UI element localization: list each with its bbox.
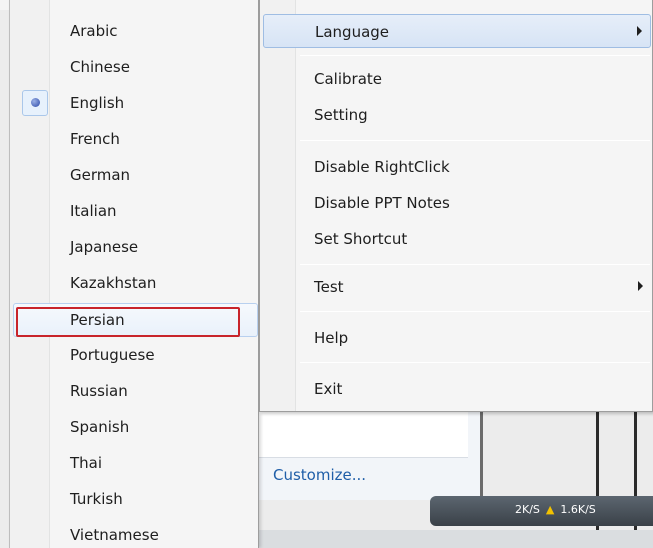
radio-bullet-icon — [31, 98, 40, 107]
language-submenu: Arabic Chinese English French German Ita… — [9, 0, 259, 548]
upload-speed: 2K/S — [515, 503, 540, 516]
language-label: Arabic — [70, 22, 118, 40]
menu-item-label: Exit — [314, 380, 343, 398]
context-menu: Language Calibrate Setting Disable Right… — [259, 0, 653, 412]
network-speed-widget[interactable]: 2K/S ▲ 1.6K/S — [515, 503, 596, 516]
menu-item-label: Calibrate — [314, 70, 382, 88]
menu-item-calibrate[interactable]: Calibrate — [263, 62, 651, 96]
menu-separator — [300, 140, 650, 141]
menu-item-exit[interactable]: Exit — [263, 372, 651, 406]
menu-separator — [300, 55, 650, 56]
language-item-spanish[interactable]: Spanish — [13, 410, 258, 444]
language-label: Vietnamese — [70, 526, 159, 544]
menu-item-label: Test — [314, 278, 344, 296]
language-item-french[interactable]: French — [13, 122, 258, 156]
submenu-arrow-icon — [637, 26, 642, 36]
menu-item-label: Disable PPT Notes — [314, 194, 450, 212]
language-label: Persian — [70, 311, 125, 329]
menu-item-disable-rightclick[interactable]: Disable RightClick — [263, 150, 651, 184]
menu-item-language[interactable]: Language — [263, 14, 651, 48]
menu-item-label: Help — [314, 329, 349, 347]
notification-panel-content — [258, 412, 468, 458]
taskbar-strip — [255, 530, 653, 548]
menu-item-label: Language — [315, 23, 390, 41]
menu-item-disable-ppt-notes[interactable]: Disable PPT Notes — [263, 186, 651, 220]
up-arrow-icon: ▲ — [545, 503, 555, 516]
language-label: Portuguese — [70, 346, 155, 364]
language-item-russian[interactable]: Russian — [13, 374, 258, 408]
language-label: Italian — [70, 202, 117, 220]
language-label: Japanese — [70, 238, 139, 256]
language-label: Kazakhstan — [70, 274, 157, 292]
menu-item-help[interactable]: Help — [263, 321, 651, 355]
language-item-italian[interactable]: Italian — [13, 194, 258, 228]
language-label: Thai — [70, 454, 103, 472]
language-item-chinese[interactable]: Chinese — [13, 50, 258, 84]
menu-item-setting[interactable]: Setting — [263, 98, 651, 132]
download-speed: 1.6K/S — [560, 503, 596, 516]
submenu-arrow-icon — [638, 281, 643, 291]
language-item-arabic[interactable]: Arabic — [13, 14, 258, 48]
language-item-thai[interactable]: Thai — [13, 446, 258, 480]
language-item-vietnamese[interactable]: Vietnamese — [13, 518, 258, 548]
menu-item-label: Disable RightClick — [314, 158, 450, 176]
language-item-german[interactable]: German — [13, 158, 258, 192]
language-item-turkish[interactable]: Turkish — [13, 482, 258, 516]
menu-item-label: Setting — [314, 106, 368, 124]
menu-separator — [300, 311, 650, 312]
language-label: German — [70, 166, 131, 184]
menu-item-test[interactable]: Test — [263, 270, 651, 304]
language-item-portuguese[interactable]: Portuguese — [13, 338, 258, 372]
menu-item-set-shortcut[interactable]: Set Shortcut — [263, 222, 651, 256]
menu-separator — [300, 362, 650, 363]
language-item-japanese[interactable]: Japanese — [13, 230, 258, 264]
language-label: Spanish — [70, 418, 130, 436]
language-item-kazakhstan[interactable]: Kazakhstan — [13, 266, 258, 300]
customize-link[interactable]: Customize... — [273, 466, 366, 484]
language-label: Russian — [70, 382, 128, 400]
language-label: Turkish — [70, 490, 123, 508]
language-item-persian[interactable]: Persian — [13, 303, 258, 337]
language-item-english[interactable]: English — [13, 86, 258, 120]
language-label: Chinese — [70, 58, 130, 76]
language-label: French — [70, 130, 120, 148]
menu-item-label: Set Shortcut — [314, 230, 408, 248]
menu-separator — [300, 264, 650, 265]
language-label: English — [70, 94, 125, 112]
